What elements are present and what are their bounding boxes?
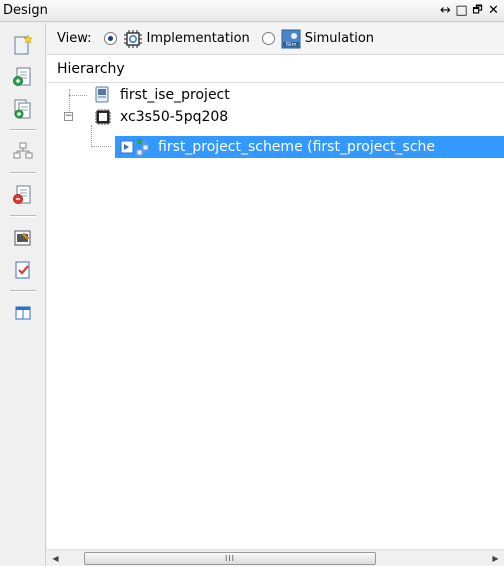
- hierarchy-header: Hierarchy: [47, 55, 504, 83]
- add-copy-icon: [14, 99, 30, 119]
- view-label: View:: [57, 31, 92, 46]
- add-source-button[interactable]: [11, 65, 35, 89]
- instantiation-button[interactable]: [11, 140, 35, 164]
- simulation-radio[interactable]: [261, 32, 275, 45]
- scroll-right-icon[interactable]: ▶: [487, 550, 504, 566]
- toolbar-separator: [9, 172, 36, 174]
- view-selector: View: Implementation ISim Simulation: [47, 23, 504, 55]
- add-copy-source-button[interactable]: [11, 97, 35, 121]
- check-button[interactable]: [11, 258, 35, 282]
- chip-icon: [95, 109, 111, 125]
- tree-connector: [91, 125, 92, 147]
- instantiation-icon: [13, 142, 32, 159]
- panel-layout-button[interactable]: [11, 301, 35, 325]
- restore-icon[interactable]: □: [454, 3, 469, 19]
- toolbar-separator: [9, 215, 36, 217]
- implementation-label[interactable]: Implementation: [147, 31, 250, 46]
- toolbar-separator: [9, 290, 36, 292]
- toolbar-separator: [9, 129, 36, 131]
- new-source-icon: [14, 34, 33, 55]
- panel-icon: [15, 306, 30, 320]
- panel-titlebar: Design ↔ □ 🗗 ✕: [0, 0, 504, 22]
- tree-item-device[interactable]: xc3s50-5pq208: [94, 107, 228, 127]
- check-icon: [15, 261, 29, 279]
- titlebar-controls: ↔ □ 🗗 ✕: [438, 3, 504, 19]
- remove-icon: [12, 185, 30, 204]
- tree-item-schematic[interactable]: first_project_scheme (first_project_sche: [115, 136, 504, 158]
- schematic-icon: [120, 139, 149, 156]
- remove-source-button[interactable]: [11, 183, 35, 207]
- scroll-left-icon[interactable]: ◀: [47, 550, 64, 566]
- tree-connector: [69, 95, 87, 96]
- properties-icon: [14, 230, 30, 246]
- properties-button[interactable]: [11, 226, 35, 250]
- hierarchy-tree: first_ise_project − xc3s50-5pq208 first_…: [47, 83, 504, 518]
- design-toolbar: [0, 23, 46, 566]
- simulation-icon: ISim: [281, 29, 301, 49]
- implementation-radio[interactable]: [103, 32, 117, 45]
- simulation-label[interactable]: Simulation: [305, 31, 374, 46]
- tree-expander[interactable]: −: [64, 112, 73, 121]
- design-panel: View: Implementation ISim Simulation Hie…: [47, 23, 504, 566]
- horizontal-scrollbar[interactable]: ◀ III ▶: [47, 549, 504, 566]
- tree-item-project[interactable]: first_ise_project: [94, 85, 230, 105]
- panel-title: Design: [3, 3, 48, 18]
- project-icon: [95, 86, 109, 103]
- implementation-icon: [123, 29, 143, 49]
- tree-item-label: first_project_scheme (first_project_sche: [158, 139, 436, 155]
- tree-connector: [91, 146, 111, 147]
- add-source-icon: [12, 67, 30, 86]
- tree-item-label: first_ise_project: [120, 87, 230, 103]
- pin-icon[interactable]: ↔: [438, 3, 453, 19]
- close-icon[interactable]: ✕: [486, 3, 501, 19]
- new-source-button[interactable]: [11, 33, 35, 57]
- scrollbar-track[interactable]: III: [64, 550, 487, 566]
- tree-item-label: xc3s50-5pq208: [120, 109, 229, 125]
- float-icon[interactable]: 🗗: [470, 3, 485, 19]
- scrollbar-thumb[interactable]: III: [84, 551, 376, 565]
- svg-text:ISim: ISim: [285, 42, 296, 48]
